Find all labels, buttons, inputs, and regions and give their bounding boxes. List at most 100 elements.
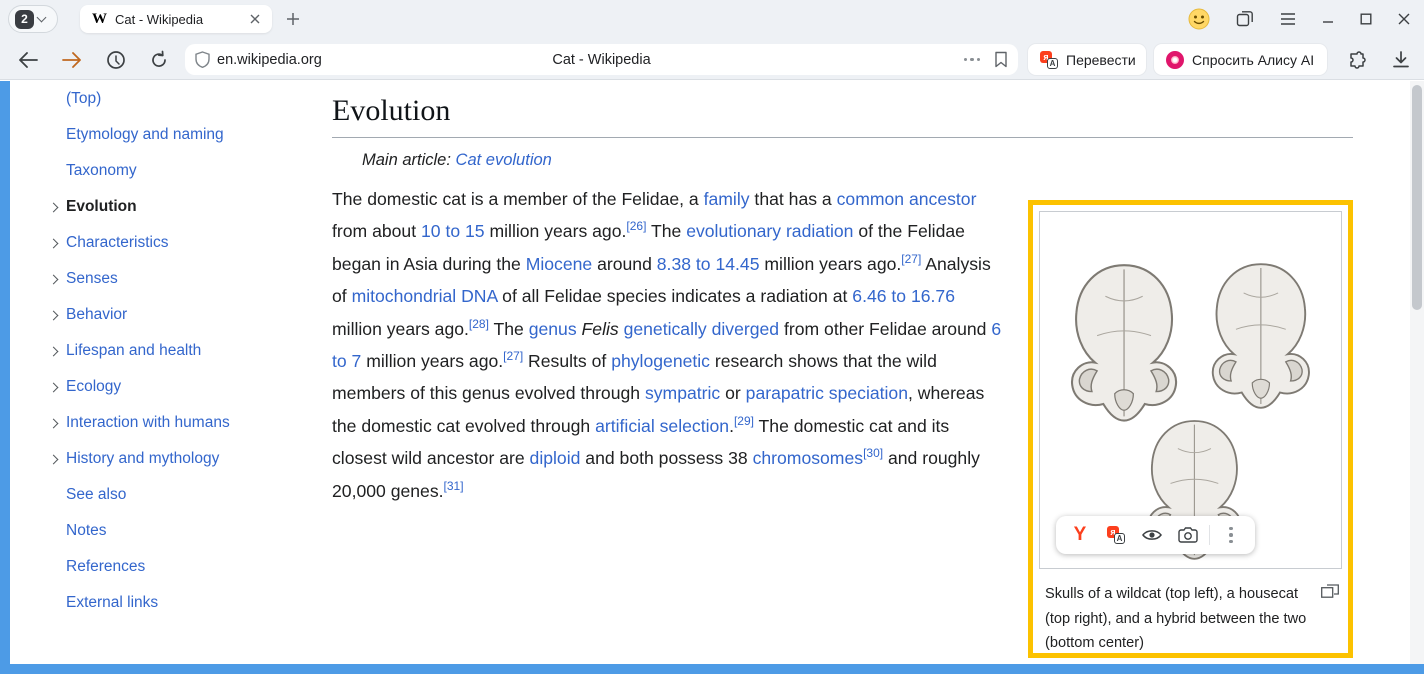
sidebar-item-history-and-mythology[interactable]: History and mythology	[40, 441, 320, 477]
sidebar-item-label: See also	[66, 486, 126, 504]
sidebar-item-label: Notes	[66, 522, 107, 540]
hatnote: Main article: Cat evolution	[332, 151, 1353, 170]
chevron-right-icon[interactable]	[40, 384, 66, 391]
sidebar-item-interaction-with-humans[interactable]: Interaction with humans	[40, 405, 320, 441]
sidebar-item-see-also[interactable]: See also	[40, 477, 320, 513]
extensions-puzzle-icon[interactable]	[1345, 48, 1369, 72]
translate-button[interactable]: я A Перевести	[1028, 44, 1146, 75]
visual-search-camera-icon[interactable]	[1170, 519, 1206, 551]
reference-link[interactable]: [26]	[626, 220, 646, 234]
chevron-right-icon[interactable]	[40, 204, 66, 211]
chevron-right-icon[interactable]	[40, 348, 66, 355]
evolution-paragraph: The domestic cat is a member of the Feli…	[332, 183, 1004, 507]
more-actions-icon[interactable]	[964, 58, 981, 62]
page-scrollbar[interactable]	[1410, 81, 1424, 664]
alice-logo-icon	[1166, 51, 1184, 69]
minimize-icon[interactable]	[1322, 13, 1334, 25]
url-domain: en.wikipedia.org	[217, 52, 322, 68]
hatnote-link[interactable]: Cat evolution	[456, 151, 552, 169]
bookmark-flag-icon[interactable]	[994, 51, 1008, 68]
sidebar-item-taxonomy[interactable]: Taxonomy	[40, 153, 320, 189]
sidebar-item-notes[interactable]: Notes	[40, 513, 320, 549]
back-button[interactable]	[16, 48, 40, 72]
window-accent-bottom	[0, 664, 1424, 674]
reference-link[interactable]: [30]	[863, 446, 883, 460]
article-link[interactable]: 8.38 to 14.45	[657, 254, 760, 274]
paragraph-text: or	[720, 383, 745, 403]
forward-button[interactable]	[60, 48, 84, 72]
section-heading: Evolution	[332, 94, 1353, 138]
paragraph-text: around	[592, 254, 657, 274]
new-tab-button[interactable]	[284, 10, 302, 28]
chevron-right-icon[interactable]	[40, 240, 66, 247]
profile-avatar[interactable]	[1188, 8, 1210, 30]
image-more-options-icon[interactable]	[1213, 519, 1249, 551]
sidebar-item-ecology[interactable]: Ecology	[40, 369, 320, 405]
chevron-right-icon[interactable]	[40, 420, 66, 427]
article-link[interactable]: chromosomes	[753, 448, 864, 468]
sidebar-item-label: Characteristics	[66, 234, 169, 252]
tab-title: Cat - Wikipedia	[115, 12, 246, 27]
tab-group-counter[interactable]: 2	[8, 5, 58, 33]
article-link[interactable]: genetically diverged	[624, 319, 780, 339]
sidebar-item-external-links[interactable]: External links	[40, 585, 320, 621]
sidebar-item-lifespan-and-health[interactable]: Lifespan and health	[40, 333, 320, 369]
site-security-shield-icon[interactable]	[195, 51, 210, 68]
article-link[interactable]: parapatric speciation	[746, 383, 908, 403]
tab-cat-wikipedia[interactable]: W Cat - Wikipedia	[80, 5, 272, 33]
sidebar-item-label: Behavior	[66, 306, 127, 324]
paragraph-text: Results of	[523, 351, 611, 371]
menu-icon[interactable]	[1280, 12, 1296, 26]
sidebar-item-label: References	[66, 558, 145, 576]
article-link[interactable]: genus	[529, 319, 577, 339]
article-link[interactable]: diploid	[530, 448, 581, 468]
paragraph-text: million years ago.	[485, 221, 627, 241]
tab-bar: 2 W Cat - Wikipedia	[0, 0, 1424, 38]
article-link[interactable]: evolutionary radiation	[686, 221, 853, 241]
ask-alice-button[interactable]: Спросить Алису AI	[1154, 44, 1327, 75]
sidebar-item-senses[interactable]: Senses	[40, 261, 320, 297]
sidebar-item-evolution[interactable]: Evolution	[40, 189, 320, 225]
article-link[interactable]: common ancestor	[837, 189, 977, 209]
image-translate-icon[interactable]: яA	[1098, 519, 1134, 551]
yandex-browser-logo-icon[interactable]	[104, 48, 128, 72]
article-link[interactable]: Miocene	[526, 254, 593, 274]
address-bar[interactable]: en.wikipedia.org Cat - Wikipedia	[185, 44, 1018, 75]
article-link[interactable]: sympatric	[645, 383, 720, 403]
tab-panel-icon[interactable]	[1236, 10, 1254, 28]
chevron-right-icon[interactable]	[40, 456, 66, 463]
scrollbar-thumb[interactable]	[1412, 85, 1422, 310]
article-link[interactable]: phylogenetic	[611, 351, 710, 371]
article-link[interactable]: mitochondrial DNA	[352, 286, 498, 306]
tab-count-badge: 2	[15, 10, 34, 29]
skulls-image[interactable]: Y яA	[1039, 211, 1342, 569]
sidebar-item-etymology-and-naming[interactable]: Etymology and naming	[40, 117, 320, 153]
sidebar-item-label: (Top)	[66, 90, 101, 108]
sidebar-item-top[interactable]: (Top)	[40, 81, 320, 117]
sidebar-item-behavior[interactable]: Behavior	[40, 297, 320, 333]
yandex-search-icon[interactable]: Y	[1062, 519, 1098, 551]
article-link[interactable]: family	[704, 189, 750, 209]
article-link[interactable]: artificial selection	[595, 416, 729, 436]
figure-caption-row: Skulls of a wildcat (top left), a housec…	[1033, 575, 1348, 664]
chevron-right-icon[interactable]	[40, 312, 66, 319]
refresh-icon[interactable]	[147, 48, 171, 72]
chevron-right-icon[interactable]	[40, 276, 66, 283]
sidebar-item-references[interactable]: References	[40, 549, 320, 585]
sidebar-item-characteristics[interactable]: Characteristics	[40, 225, 320, 261]
enlarge-icon[interactable]	[1321, 584, 1339, 598]
reference-link[interactable]: [28]	[469, 317, 489, 331]
view-image-eye-icon[interactable]	[1134, 519, 1170, 551]
reference-link[interactable]: [27]	[901, 252, 921, 266]
chevron-down-icon	[37, 13, 47, 23]
article-link[interactable]: 10 to 15	[421, 221, 485, 241]
reference-link[interactable]: [27]	[503, 349, 523, 363]
maximize-icon[interactable]	[1360, 13, 1372, 25]
tab-close-icon[interactable]	[246, 10, 264, 28]
reference-link[interactable]: [29]	[734, 414, 754, 428]
sidebar-item-label: Interaction with humans	[66, 414, 230, 432]
downloads-icon[interactable]	[1389, 48, 1413, 72]
reference-link[interactable]: [31]	[444, 479, 464, 493]
close-window-icon[interactable]	[1398, 13, 1410, 25]
article-link[interactable]: 6.46 to 16.76	[852, 286, 955, 306]
